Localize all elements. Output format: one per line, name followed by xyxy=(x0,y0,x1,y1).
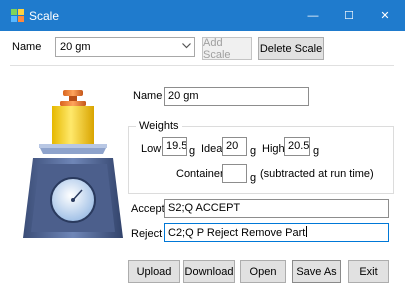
name-label: Name xyxy=(133,90,163,102)
high-unit: g xyxy=(313,145,320,157)
ideal-unit: g xyxy=(250,145,257,157)
add-scale-button[interactable]: Add Scale xyxy=(202,37,252,61)
weights-group-title: Weights xyxy=(136,120,182,132)
low-input[interactable]: 19.5 xyxy=(162,137,187,156)
weighing-scale-illustration xyxy=(23,90,123,238)
open-button[interactable]: Open xyxy=(240,260,286,283)
text-caret xyxy=(306,226,308,237)
scale-window: Scale — ☐ ✕ Name 20 gm Add Scale Delete … xyxy=(0,0,405,286)
high-input[interactable]: 20.5 xyxy=(284,137,310,156)
low-label: Low xyxy=(141,143,162,155)
accept-input[interactable]: S2;Q ACCEPT xyxy=(164,199,389,218)
reject-label: Reject xyxy=(131,228,163,240)
container-input[interactable] xyxy=(222,164,247,183)
separator xyxy=(10,65,394,66)
accept-label: Accept xyxy=(131,203,165,215)
scale-app-icon xyxy=(11,9,24,22)
maximize-button[interactable]: ☐ xyxy=(331,0,367,31)
container-note: (subtracted at run time) xyxy=(260,168,374,180)
reject-input-value: C2;Q P Reject Remove Part xyxy=(168,227,306,239)
scale-select[interactable]: 20 gm xyxy=(55,37,195,57)
scale-select-value: 20 gm xyxy=(60,41,91,53)
exit-button[interactable]: Exit xyxy=(348,260,389,283)
high-label: High xyxy=(262,143,285,155)
window-title: Scale xyxy=(29,9,60,23)
save-as-button[interactable]: Save As xyxy=(292,260,341,283)
name-input[interactable]: 20 gm xyxy=(164,87,309,106)
chevron-down-icon xyxy=(182,43,191,49)
minimize-button[interactable]: — xyxy=(295,0,331,31)
container-unit: g xyxy=(250,172,257,184)
low-unit: g xyxy=(189,145,196,157)
ideal-input[interactable]: 20 xyxy=(222,137,247,156)
delete-scale-button[interactable]: Delete Scale xyxy=(258,37,324,60)
title-bar[interactable]: Scale — ☐ ✕ xyxy=(0,0,405,31)
download-button[interactable]: Download xyxy=(183,260,235,283)
upload-button[interactable]: Upload xyxy=(128,260,180,283)
close-button[interactable]: ✕ xyxy=(367,0,403,31)
reject-input[interactable]: C2;Q P Reject Remove Part xyxy=(164,223,389,242)
container-label: Container xyxy=(176,168,224,180)
scale-name-label: Name xyxy=(12,41,42,53)
